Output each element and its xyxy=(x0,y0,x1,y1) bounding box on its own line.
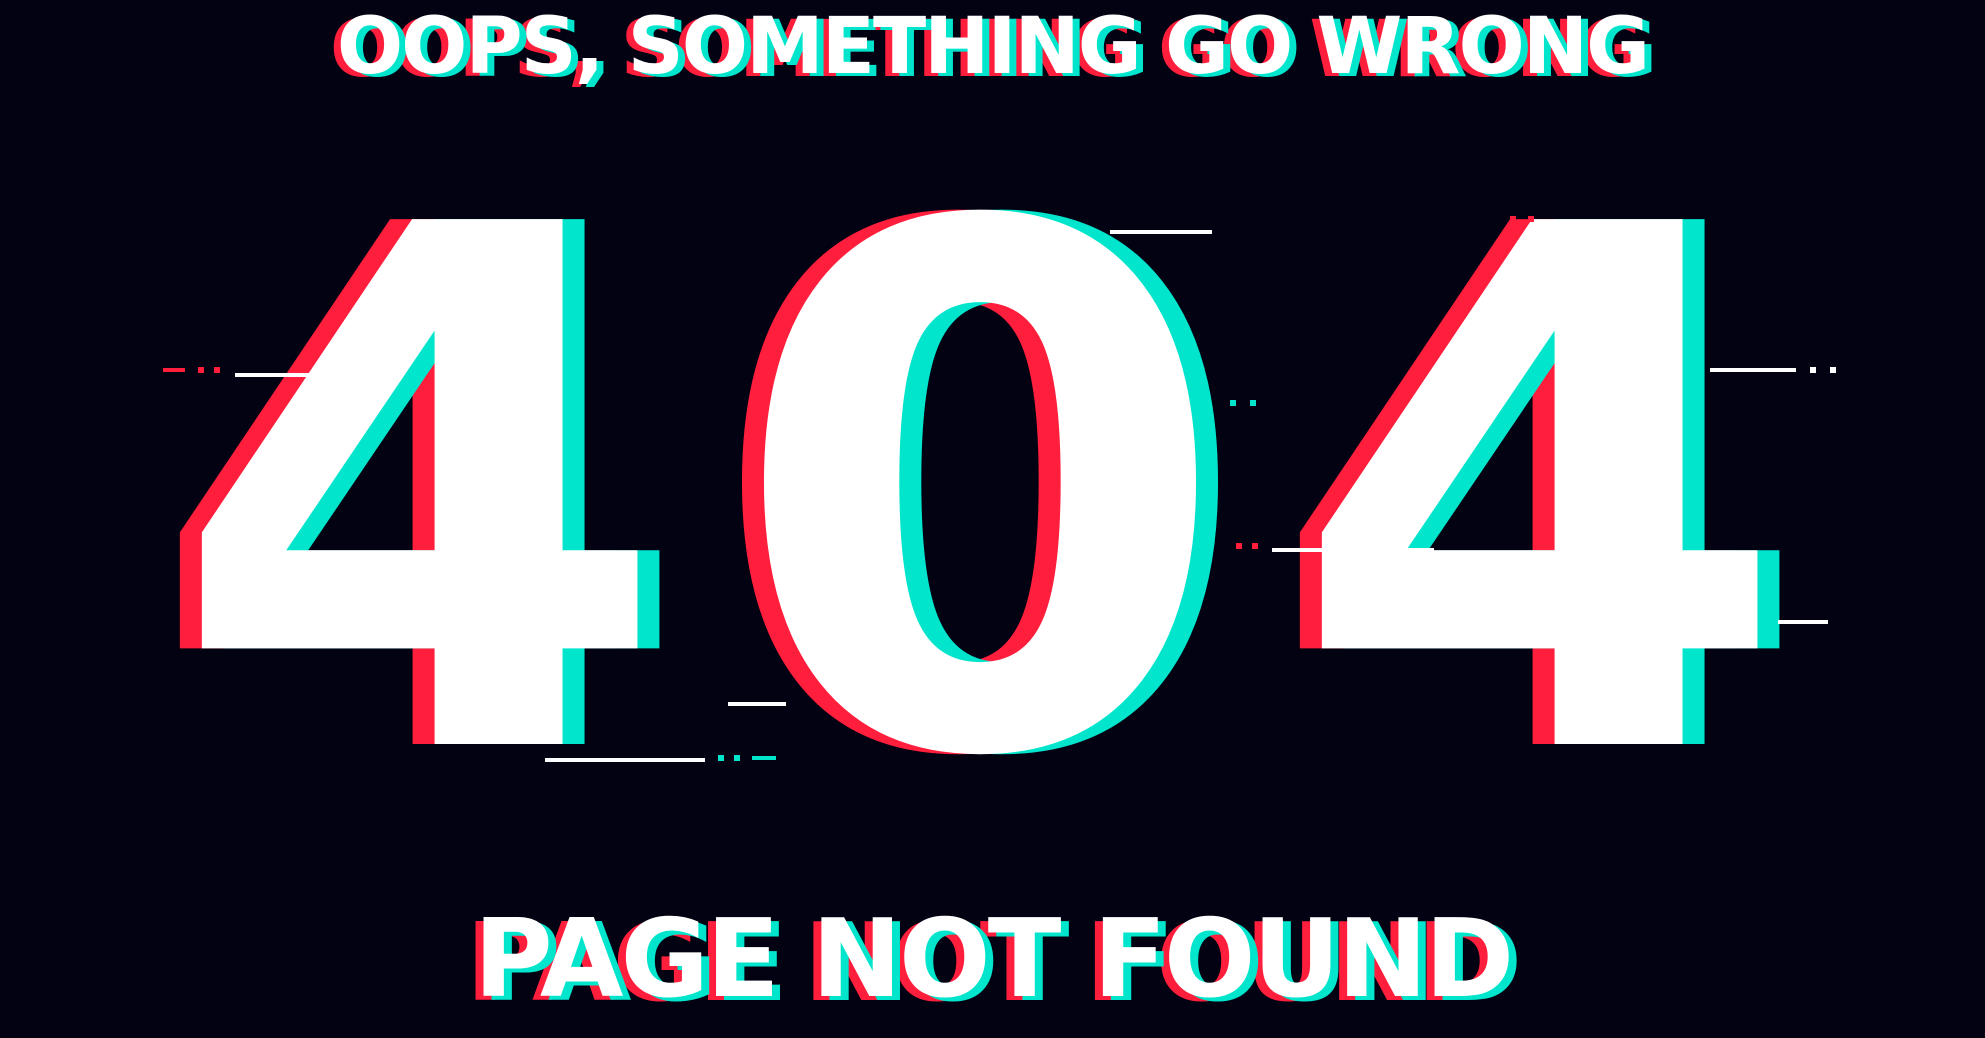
glitch-dot xyxy=(1830,367,1836,373)
glitch-line xyxy=(728,702,786,706)
error-code-digit-1: 4 4 4 xyxy=(148,76,693,914)
glitch-dot xyxy=(1528,216,1534,222)
error-page: OOPS, SOMETHING GO WRONG OOPS, SOMETHING… xyxy=(0,0,1985,1038)
glitch-dot xyxy=(1236,543,1242,549)
glitch-dot xyxy=(1250,400,1256,406)
glitch-line xyxy=(1272,548,1434,552)
error-code-digit-3: 4 4 4 xyxy=(1268,76,1813,914)
digit-3-text: 4 xyxy=(1289,76,1791,914)
glitch-dot xyxy=(198,367,204,373)
glitch-dot xyxy=(718,755,724,761)
glitch-dot xyxy=(734,755,740,761)
error-code: 4 4 4 0 0 0 4 4 4 xyxy=(0,76,1985,914)
glitch-line xyxy=(235,373,395,377)
glitch-dot xyxy=(1810,367,1816,373)
glitch-dot xyxy=(214,367,220,373)
page-not-found-text: PAGE NOT FOUND PAGE NOT FOUND PAGE NOT F… xyxy=(0,897,1985,1024)
glitch-line xyxy=(1778,620,1828,624)
glitch-dot xyxy=(1252,543,1258,549)
digit-2-text: 0 xyxy=(729,76,1231,914)
glitch-line xyxy=(1110,230,1212,234)
glitch-line xyxy=(163,368,185,372)
error-code-digit-2: 0 0 0 xyxy=(708,76,1253,914)
glitch-line xyxy=(545,758,705,762)
glitch-dot xyxy=(1230,400,1236,406)
glitch-dot xyxy=(1510,216,1516,222)
glitch-line xyxy=(752,756,776,760)
glitch-line xyxy=(1710,368,1796,372)
footer-text: PAGE NOT FOUND xyxy=(473,897,1515,1022)
digit-1-text: 4 xyxy=(169,76,671,914)
